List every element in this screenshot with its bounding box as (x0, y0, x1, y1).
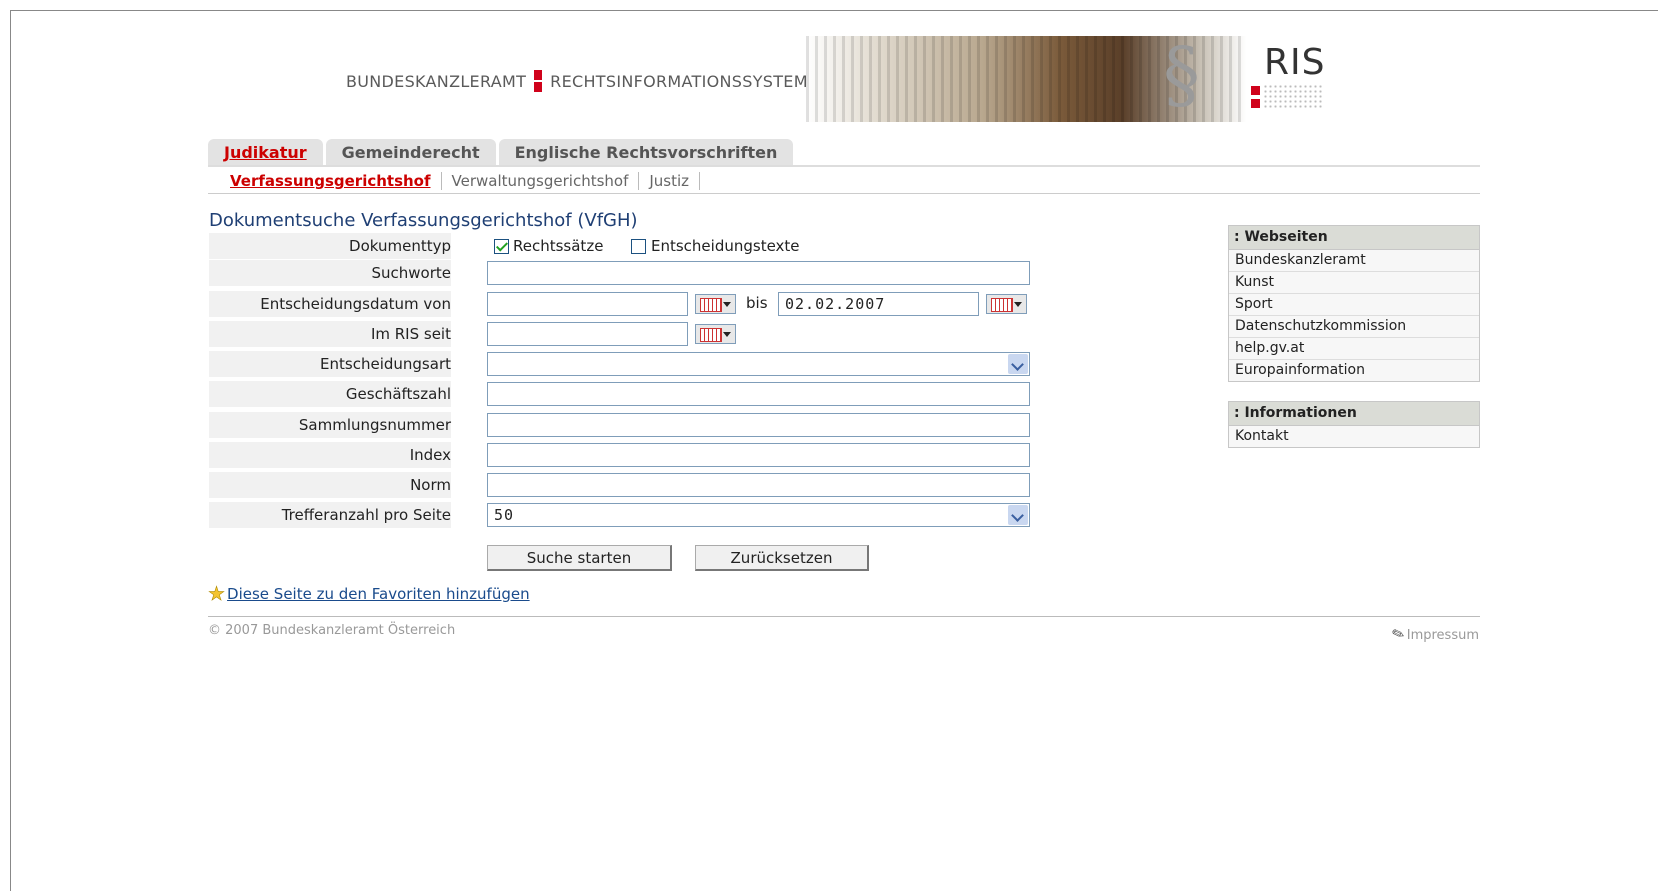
trefferanzahl-value: 50 (494, 506, 515, 524)
agency-title: BUNDESKANZLERAMT RECHTSINFORMATIONSSYSTEM (346, 70, 808, 92)
row-index: Index (209, 442, 1030, 468)
label-bis: bis (746, 294, 768, 312)
sub-tabs: Verfassungsgerichtshof Verwaltungsgerich… (230, 169, 701, 193)
impressum-label: Impressum (1406, 628, 1479, 643)
subtab-verfassungsgerichtshof[interactable]: Verfassungsgerichtshof (230, 172, 442, 190)
page-title: Dokumentsuche Verfassungsgerichtshof (Vf… (209, 210, 638, 231)
sidebar-informationen-title: : Informationen (1229, 402, 1479, 426)
subtab-justiz[interactable]: Justiz (639, 172, 701, 190)
sidebar-informationen: : Informationen Kontakt (1228, 401, 1480, 448)
favorites-row: ★ Diese Seite zu den Favoriten hinzufüge… (208, 583, 530, 605)
tab-gemeinderecht[interactable]: Gemeinderecht (325, 139, 496, 166)
datum-von-input[interactable] (487, 292, 688, 316)
row-trefferanzahl: Trefferanzahl pro Seite 50 (209, 502, 1030, 528)
sidebar-item-kunst[interactable]: Kunst (1229, 272, 1479, 294)
paragraph-logo-icon: § (1163, 32, 1200, 118)
label-sammlungsnummer: Sammlungsnummer (209, 412, 451, 438)
label-entscheidungsart: Entscheidungsart (209, 351, 451, 377)
search-button[interactable]: Suche starten (487, 545, 672, 571)
label-ris-seit: Im RIS seit (209, 321, 451, 347)
reset-button[interactable]: Zurücksetzen (695, 545, 869, 571)
checkbox-entscheidungstexte[interactable] (631, 239, 646, 254)
norm-input[interactable] (487, 473, 1030, 497)
geschaeftszahl-input[interactable] (487, 382, 1030, 406)
label-suchworte: Suchworte (209, 260, 451, 286)
sidebar-webseiten: : Webseiten Bundeskanzleramt Kunst Sport… (1228, 225, 1480, 382)
system-name: RECHTSINFORMATIONSSYSTEM (550, 72, 808, 91)
chevron-down-icon[interactable] (1008, 505, 1028, 525)
ris-dot-pattern (1263, 84, 1323, 110)
row-suchworte: Suchworte (209, 260, 1030, 286)
sidebar-item-bundeskanzleramt[interactable]: Bundeskanzleramt (1229, 250, 1479, 272)
ris-red-mark-icon (1251, 86, 1260, 108)
calendar-ris-seit-icon[interactable] (695, 324, 736, 344)
main-tabs: Judikatur Gemeinderecht Englische Rechts… (208, 139, 794, 166)
datum-bis-input[interactable]: 02.02.2007 (778, 292, 979, 316)
sidebar-item-kontakt[interactable]: Kontakt (1229, 426, 1479, 447)
footer-divider (208, 616, 1480, 617)
checkbox-rechtssaetze[interactable] (494, 239, 509, 254)
sidebar-item-help-gv-at[interactable]: help.gv.at (1229, 338, 1479, 360)
suchworte-input[interactable] (487, 261, 1030, 285)
label-trefferanzahl: Trefferanzahl pro Seite (209, 502, 451, 528)
label-index: Index (209, 442, 451, 468)
impressum-link[interactable]: ✎Impressum (1389, 623, 1479, 645)
index-input[interactable] (487, 443, 1030, 467)
subtab-divider (208, 193, 1480, 194)
agency-name: BUNDESKANZLERAMT (346, 72, 527, 91)
label-rechtssaetze: Rechtssätze (513, 237, 604, 255)
ris-seit-input[interactable] (487, 322, 688, 346)
label-geschaeftszahl: Geschäftszahl (209, 381, 451, 407)
entscheidungsart-select[interactable] (487, 352, 1030, 376)
pen-icon: ✎ (1389, 623, 1408, 645)
label-entscheidungsdatum: Entscheidungsdatum von (209, 291, 451, 317)
label-norm: Norm (209, 472, 451, 498)
subtab-verwaltungsgerichtshof[interactable]: Verwaltungsgerichtshof (442, 172, 640, 190)
sidebar-item-datenschutzkommission[interactable]: Datenschutzkommission (1229, 316, 1479, 338)
header-banner: BUNDESKANZLERAMT RECHTSINFORMATIONSSYSTEM… (208, 32, 1340, 122)
tab-englische-rechtsvorschriften[interactable]: Englische Rechtsvorschriften (498, 139, 794, 166)
chevron-down-icon[interactable] (1008, 354, 1028, 374)
calendar-bis-icon[interactable] (986, 294, 1027, 314)
tab-divider (208, 165, 1480, 167)
sammlungsnummer-input[interactable] (487, 413, 1030, 437)
row-sammlungsnummer: Sammlungsnummer (209, 412, 1030, 438)
row-dokumenttyp: Dokumenttyp Rechtssätze Entscheidungstex… (209, 233, 1029, 259)
row-norm: Norm (209, 472, 1030, 498)
calendar-von-icon[interactable] (695, 294, 736, 314)
sidebar-item-sport[interactable]: Sport (1229, 294, 1479, 316)
row-entscheidungsdatum: Entscheidungsdatum von bis 02.02.2007 (209, 291, 1029, 317)
sidebar-item-europainformation[interactable]: Europainformation (1229, 360, 1479, 381)
trefferanzahl-select[interactable]: 50 (487, 503, 1030, 527)
row-ris-seit: Im RIS seit (209, 321, 1029, 347)
label-dokumenttyp: Dokumenttyp (209, 233, 451, 259)
row-entscheidungsart: Entscheidungsart (209, 351, 1030, 377)
add-favorites-link[interactable]: Diese Seite zu den Favoriten hinzufügen (227, 585, 530, 603)
star-icon: ★ (208, 583, 226, 605)
ris-logo-text: RIS (1264, 42, 1326, 83)
row-geschaeftszahl: Geschäftszahl (209, 381, 1030, 407)
copyright-text: © 2007 Bundeskanzleramt Österreich (208, 623, 456, 638)
tab-judikatur[interactable]: Judikatur (208, 139, 323, 166)
sidebar-webseiten-title: : Webseiten (1229, 226, 1479, 250)
red-separator-icon (534, 70, 543, 92)
label-entscheidungstexte: Entscheidungstexte (651, 237, 800, 255)
